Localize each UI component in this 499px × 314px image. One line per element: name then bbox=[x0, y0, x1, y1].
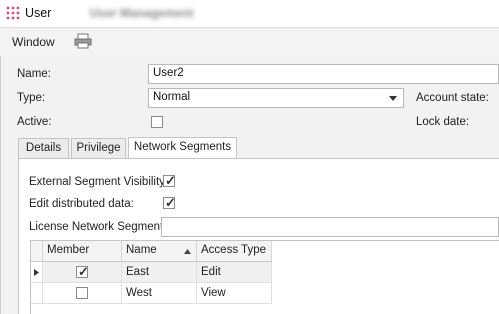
table-row-member-cell[interactable] bbox=[43, 283, 122, 304]
checkmark-icon: ✓ bbox=[165, 195, 176, 210]
table-row-name-cell[interactable]: West bbox=[122, 283, 197, 304]
checkmark-icon: ✓ bbox=[78, 264, 89, 279]
app-logo-icon bbox=[6, 6, 20, 20]
tab-details[interactable]: Details bbox=[18, 138, 69, 159]
column-header-member[interactable]: Member bbox=[43, 241, 122, 262]
table-row-access-cell[interactable]: View bbox=[197, 283, 272, 304]
row-indicator bbox=[31, 283, 43, 304]
window-subtitle: User Management bbox=[90, 6, 194, 20]
edit-distributed-checkbox[interactable]: ✓ bbox=[163, 195, 176, 210]
table-row-name-cell[interactable]: East bbox=[122, 262, 197, 283]
current-row-arrow-icon bbox=[34, 269, 39, 276]
edit-distributed-label: Edit distributed data: bbox=[29, 198, 134, 210]
lock-date-label: Lock date: bbox=[416, 116, 470, 128]
external-visibility-label: External Segment Visibility: bbox=[29, 176, 169, 188]
external-visibility-checkbox[interactable]: ✓ bbox=[163, 173, 176, 188]
row-indicator bbox=[31, 262, 43, 283]
tab-privilege[interactable]: Privilege bbox=[71, 138, 126, 159]
checkmark-icon: ✓ bbox=[165, 173, 176, 188]
type-select[interactable]: Normal bbox=[148, 88, 404, 108]
tab-network-segments[interactable]: Network Segments bbox=[128, 137, 237, 159]
chevron-down-icon[interactable] bbox=[389, 96, 397, 101]
member-checkbox[interactable]: ✓ bbox=[76, 264, 89, 279]
member-checkbox[interactable] bbox=[76, 287, 88, 299]
segments-grid: Member Name Access Type ✓ East Edit West… bbox=[30, 240, 499, 314]
column-header-name-label: Name bbox=[126, 244, 157, 256]
printer-icon[interactable] bbox=[74, 33, 92, 49]
title-bar: User User Management bbox=[0, 0, 499, 27]
column-header-name[interactable]: Name bbox=[122, 241, 197, 262]
license-segment-field[interactable] bbox=[161, 217, 499, 237]
table-row-member-cell[interactable]: ✓ bbox=[43, 262, 122, 283]
window-menu[interactable]: Window bbox=[12, 35, 55, 49]
name-label: Name: bbox=[17, 68, 51, 80]
type-label: Type: bbox=[17, 92, 46, 104]
active-checkbox[interactable] bbox=[151, 116, 163, 128]
sort-ascending-icon bbox=[184, 249, 191, 254]
name-field[interactable]: User2 bbox=[148, 64, 499, 84]
account-state-label: Account state: bbox=[416, 92, 489, 104]
license-segment-label: License Network Segment: bbox=[29, 221, 167, 233]
table-row-access-cell[interactable]: Edit bbox=[197, 262, 272, 283]
menu-bar: Window bbox=[0, 27, 499, 57]
window-title: User bbox=[25, 6, 52, 20]
active-label: Active: bbox=[17, 116, 52, 128]
column-header-access-type[interactable]: Access Type bbox=[197, 241, 272, 262]
row-indicator-header bbox=[31, 241, 43, 262]
type-select-value: Normal bbox=[153, 91, 191, 103]
